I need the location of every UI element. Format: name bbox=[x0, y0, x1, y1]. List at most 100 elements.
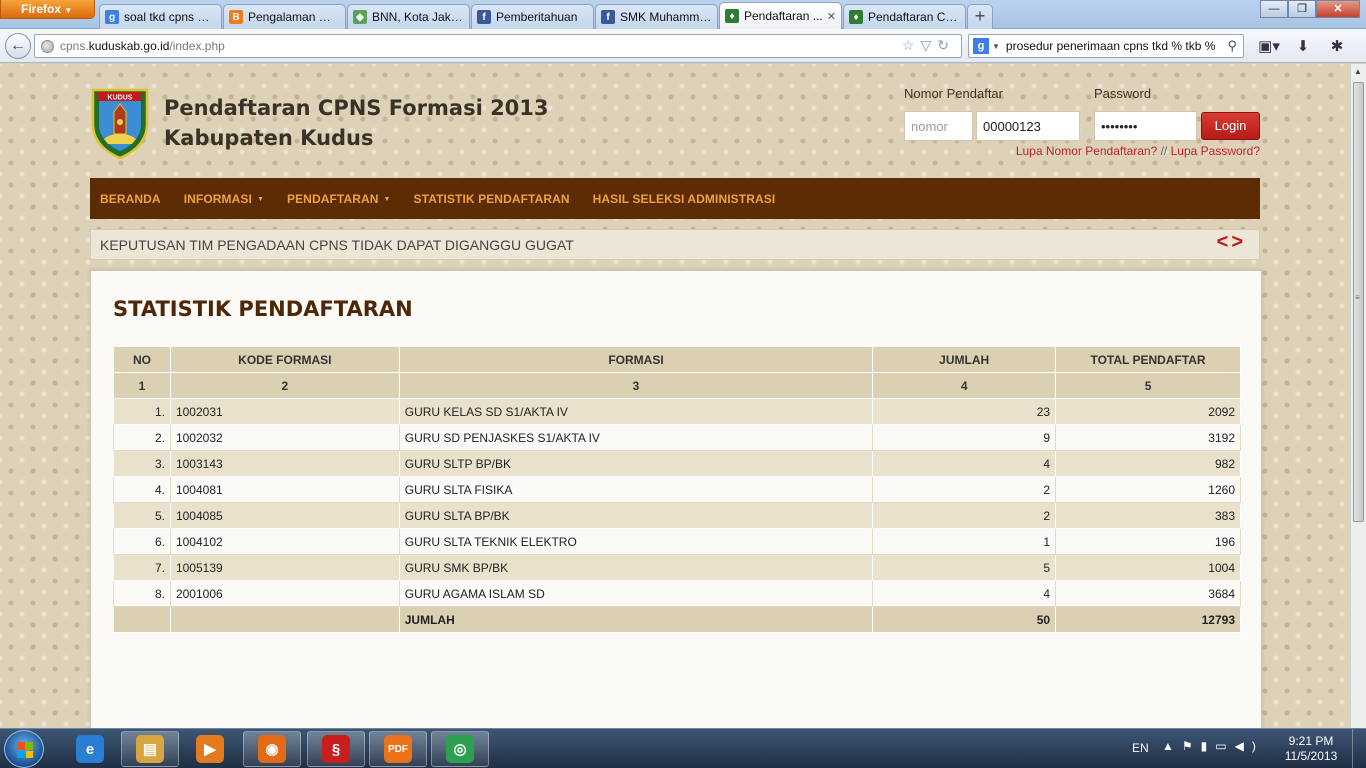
device-icon[interactable]: ▮ bbox=[1201, 739, 1216, 753]
home-icon[interactable]: ✱ bbox=[1320, 37, 1354, 55]
caret-down-icon: ▼ bbox=[256, 195, 264, 203]
cell-no: 4. bbox=[113, 476, 171, 503]
bookmarks-menu-icon[interactable]: ▣▾ bbox=[1252, 37, 1286, 55]
browser-tab[interactable]: f SMK Muhamma... bbox=[595, 4, 718, 29]
ticker-next-button[interactable]: > bbox=[1231, 231, 1246, 253]
nav-item-hasil-seleksi-administrasi[interactable]: HASIL SELEKSI ADMINISTRASI bbox=[593, 192, 776, 206]
cell-jumlah: 5 bbox=[872, 554, 1057, 581]
password-field[interactable] bbox=[1094, 111, 1197, 141]
cell-no: 6. bbox=[113, 528, 171, 555]
taskbar-app-file-explorer[interactable]: ▤ bbox=[121, 731, 179, 767]
cell-kode: 1005139 bbox=[169, 554, 400, 581]
cell-formasi: GURU SLTA TEKNIK ELEKTRO bbox=[398, 528, 874, 555]
browser-tab[interactable]: f Pemberitahuan bbox=[471, 4, 594, 29]
reload-icon[interactable]: ↻ bbox=[937, 37, 955, 53]
scroll-up-icon[interactable]: ▲ bbox=[1354, 67, 1362, 76]
start-button[interactable] bbox=[4, 730, 44, 768]
browser-tab[interactable]: ♦ Pendaftaran ... ✕ bbox=[719, 2, 842, 29]
cell-formasi: GURU SD PENJASKES S1/AKTA IV bbox=[398, 424, 874, 451]
scrollbar-thumb[interactable] bbox=[1353, 82, 1364, 522]
search-bar[interactable]: g ▼ prosedur penerimaan cpns tkd % tkb %… bbox=[968, 34, 1244, 58]
address-bar[interactable]: cpns. kuduskab.go.id/index.php ☆▽↻ bbox=[34, 34, 962, 58]
history-dropdown-icon[interactable]: ▽ bbox=[920, 37, 937, 53]
kudus-crest-logo: KUDUS bbox=[91, 88, 149, 159]
login-button[interactable]: Login bbox=[1201, 112, 1260, 140]
cell-no: 7. bbox=[113, 554, 171, 581]
password-label: Password bbox=[1094, 86, 1152, 101]
volume-icon[interactable]: ◀) bbox=[1235, 739, 1264, 753]
pdf-icon: PDF bbox=[384, 735, 412, 763]
language-indicator[interactable]: EN bbox=[1132, 741, 1149, 755]
web-page: KUDUS Pendaftaran CPNS Formasi 2013 Kabu… bbox=[0, 64, 1350, 728]
close-tab-icon[interactable]: ✕ bbox=[827, 10, 836, 23]
taskbar-app-pdf[interactable]: PDF bbox=[369, 731, 427, 767]
forgot-nomor-link[interactable]: Lupa Nomor Pendaftaran? bbox=[1016, 144, 1157, 158]
browser-tab-label: Pengalaman Me... bbox=[248, 10, 340, 24]
nav-item-pendaftaran[interactable]: PENDAFTARAN ▼ bbox=[287, 192, 391, 206]
taskbar-app-chrome[interactable]: ◎ bbox=[431, 731, 489, 767]
forgot-password-link[interactable]: Lupa Password? bbox=[1171, 144, 1260, 158]
cell-jumlah: 1 bbox=[872, 528, 1057, 555]
statistics-table: NO KODE FORMASI FORMASI JUMLAH TOTAL PENDAFT… bbox=[113, 346, 1241, 633]
browser-tab[interactable]: ♦ Pendaftaran CP... bbox=[843, 4, 966, 29]
show-desktop-button[interactable] bbox=[1352, 729, 1366, 768]
cell-no: 3. bbox=[113, 450, 171, 477]
google-search-engine-icon[interactable]: g bbox=[973, 38, 989, 54]
ticker-prev-button[interactable]: < bbox=[1217, 231, 1232, 253]
nomor-prefix-field[interactable] bbox=[904, 111, 973, 141]
table-row: 1. 1002031 GURU KELAS SD S1/AKTA IV 23 2092 bbox=[113, 398, 1241, 425]
app-swirl-icon: § bbox=[322, 735, 350, 763]
vertical-scrollbar[interactable]: ▲ ≡ bbox=[1350, 64, 1366, 728]
table-row: 8. 2001006 GURU AGAMA ISLAM SD 4 3684 bbox=[113, 580, 1241, 607]
back-button[interactable]: ← bbox=[5, 33, 31, 59]
cell-jumlah: 2 bbox=[872, 502, 1057, 529]
network-icon[interactable]: ▭ bbox=[1215, 739, 1234, 753]
nav-item-statistik-pendaftaran[interactable]: STATISTIK PENDAFTARAN bbox=[414, 192, 570, 206]
taskbar-app-media-player[interactable]: ▶ bbox=[181, 731, 239, 767]
downloads-icon[interactable]: ⬇ bbox=[1286, 37, 1320, 55]
bookmark-star-icon[interactable]: ☆ bbox=[902, 37, 921, 53]
browser-tab[interactable]: ◆ BNN, Kota Jakar... bbox=[347, 4, 470, 29]
column-number: 5 bbox=[1055, 372, 1241, 399]
taskbar-app-app-swirl[interactable]: § bbox=[307, 731, 365, 767]
show-hidden-icons-icon[interactable]: ▲ bbox=[1162, 739, 1182, 753]
close-window-button[interactable]: ✕ bbox=[1316, 0, 1360, 18]
table-cell bbox=[169, 606, 400, 633]
cell-no: 5. bbox=[113, 502, 171, 529]
maps-icon: ◆ bbox=[353, 10, 367, 24]
nav-item-beranda[interactable]: BERANDA bbox=[100, 192, 161, 206]
browser-tab[interactable]: B Pengalaman Me... bbox=[223, 4, 346, 29]
clock[interactable]: 9:21 PM 11/5/2013 bbox=[1276, 734, 1346, 764]
search-icon[interactable]: ⚲ bbox=[1227, 38, 1237, 54]
clock-date: 11/5/2013 bbox=[1284, 749, 1338, 763]
maximize-button[interactable]: ❐ bbox=[1288, 0, 1316, 18]
forgot-separator: // bbox=[1157, 144, 1171, 158]
browser-tab[interactable]: g soal tkd cpns 20... bbox=[99, 4, 222, 29]
new-tab-button[interactable]: + bbox=[967, 4, 993, 29]
cell-kode: 1004102 bbox=[169, 528, 400, 555]
minimize-button[interactable]: — bbox=[1260, 0, 1288, 18]
url-prefix: cpns. bbox=[60, 39, 89, 53]
nav-item-informasi[interactable]: INFORMASI ▼ bbox=[184, 192, 264, 206]
table-row: 7. 1005139 GURU SMK BP/BK 5 1004 bbox=[113, 554, 1241, 581]
kudus-crest-icon: ♦ bbox=[725, 9, 739, 23]
cell-kode: 2001006 bbox=[169, 580, 400, 607]
blogger-icon: B bbox=[229, 10, 243, 24]
firefox-menu-button[interactable]: Firefox ▼ bbox=[0, 0, 95, 19]
search-input[interactable]: prosedur penerimaan cpns tkd % tkb % bbox=[1006, 39, 1215, 53]
action-center-flag-icon[interactable]: ⚑ bbox=[1182, 739, 1201, 753]
column-header: FORMASI bbox=[398, 346, 874, 373]
table-row: 6. 1004102 GURU SLTA TEKNIK ELEKTRO 1 196 bbox=[113, 528, 1241, 555]
browser-tab-label: Pendaftaran ... bbox=[744, 9, 823, 23]
nomor-pendaftar-field[interactable] bbox=[976, 111, 1080, 141]
cell-jumlah: 4 bbox=[872, 450, 1057, 477]
windows-taskbar: e ▤ ▶ ◉ § PDF ◎ EN ▲⚑▮▭◀) 9:21 PM 11/5/2013 bbox=[0, 728, 1366, 768]
table-column-number-row: 12345 bbox=[113, 372, 1241, 399]
total-pendaftar: 12793 bbox=[1055, 606, 1241, 633]
chevron-down-icon: ▼ bbox=[64, 6, 73, 15]
search-engine-dropdown-icon[interactable]: ▼ bbox=[992, 42, 1000, 51]
taskbar-app-firefox[interactable]: ◉ bbox=[243, 731, 301, 767]
taskbar-app-ie[interactable]: e bbox=[61, 731, 119, 767]
cell-total: 982 bbox=[1055, 450, 1241, 477]
cell-total: 196 bbox=[1055, 528, 1241, 555]
